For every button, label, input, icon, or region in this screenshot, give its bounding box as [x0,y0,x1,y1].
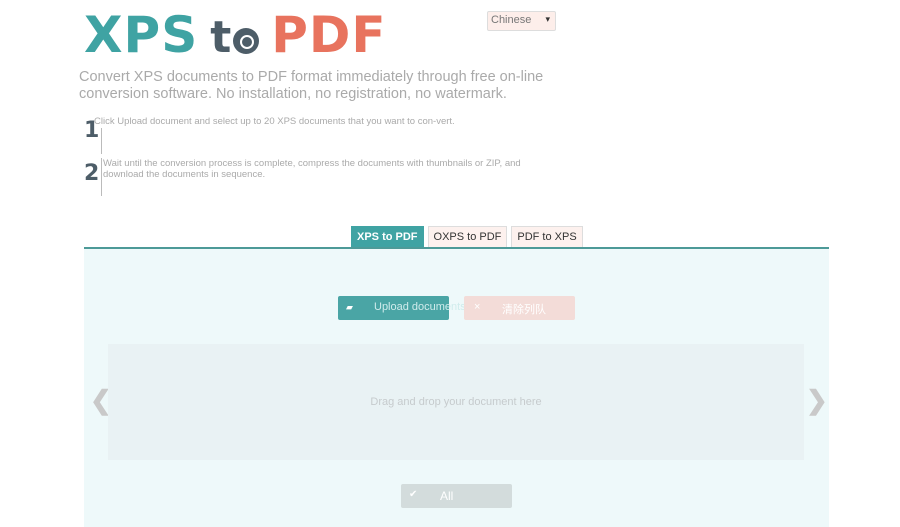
step-number: 2 [84,161,100,186]
drop-zone[interactable]: Drag and drop your document here [108,344,804,460]
language-select[interactable]: Chinese ▾ [487,11,556,31]
tab-xps-to-pdf[interactable]: XPS to PDF [351,226,424,247]
logo-xps: XPS [84,6,199,64]
close-icon: × [474,301,481,313]
logo-arrow-icon [233,28,260,54]
folder-open-icon: ▰ [346,302,353,312]
step-divider [101,128,102,154]
step-divider [101,158,102,196]
all-button-label: All [440,489,454,503]
upload-documents-button[interactable]: ▰ Upload documents [338,296,466,320]
clear-queue-button[interactable]: × 清除列队 [464,296,575,320]
tab-pdf-to-xps[interactable]: PDF to XPS [511,226,583,247]
step-text: Wait until the conversion process is com… [103,158,521,180]
next-arrow-icon[interactable]: ❯ [806,385,828,416]
logo-to: t [210,12,260,63]
upload-button-label: Upload documents [374,301,466,313]
intro-text: Convert XPS documents to PDF format imme… [79,69,544,102]
logo-pdf: PDF [271,6,387,64]
step-text: Click Upload document and select up to 2… [94,116,455,127]
conversion-tabs: XPS to PDF OXPS to PDF PDF to XPS [351,226,583,247]
language-select-value: Chinese [491,14,532,26]
check-icon: ✔ [409,489,418,500]
tab-oxps-to-pdf[interactable]: OXPS to PDF [427,226,508,247]
chevron-down-icon: ▾ [545,14,550,24]
download-all-button[interactable]: ✔ All [401,484,512,508]
logo[interactable]: XPS t PDF [84,6,387,64]
drop-zone-text: Drag and drop your document here [370,396,542,408]
clear-button-label: 清除列队 [502,304,546,316]
